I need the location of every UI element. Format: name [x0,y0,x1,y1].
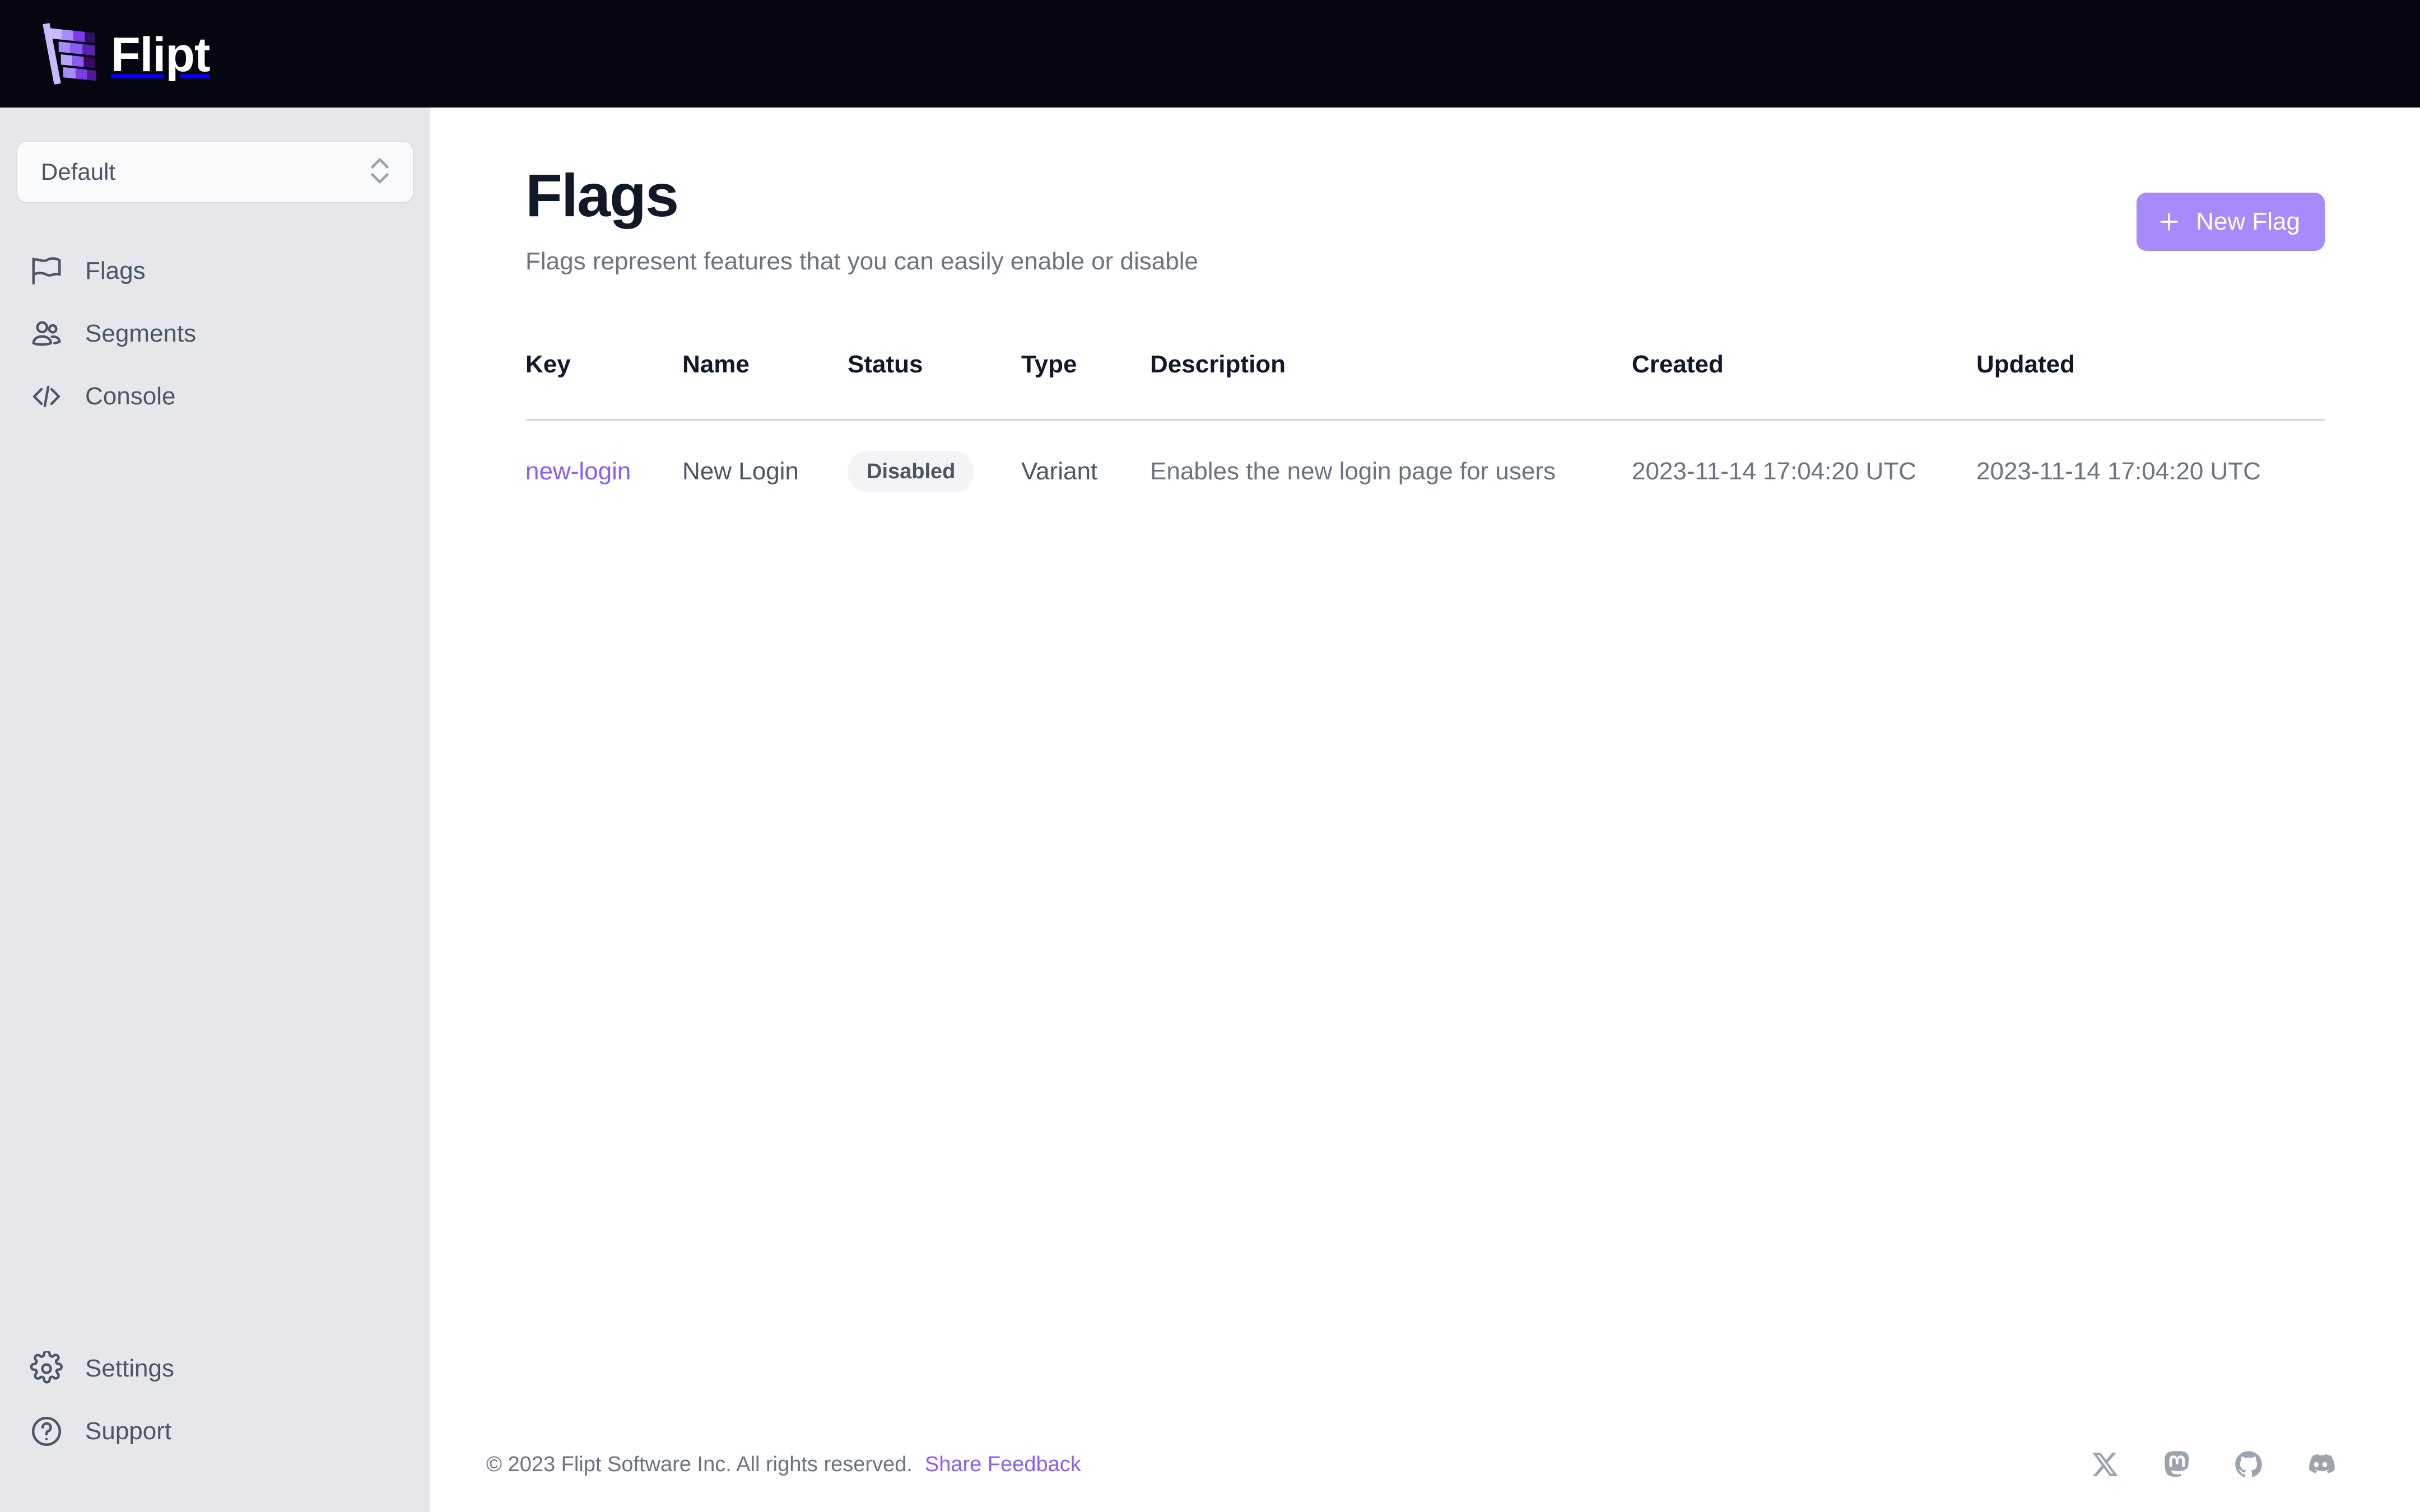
footer-copyright: © 2023 Flipt Software Inc. All rights re… [486,1453,913,1477]
x-twitter-icon [2089,1449,2121,1480]
flag-icon [29,254,64,288]
users-icon [29,316,64,351]
column-header-description[interactable]: Description [1150,351,1632,420]
column-header-updated[interactable]: Updated [1976,351,2325,420]
page-header-text: Flags Flags represent features that you … [525,164,1198,277]
gear-icon [29,1351,64,1386]
brand-name: Flipt [111,31,210,79]
namespace-selector[interactable]: Default [17,141,413,203]
secondary-navigation: Settings Support [0,1337,430,1512]
discord-icon [2305,1449,2336,1480]
github-icon [2233,1449,2264,1480]
page-header: Flags Flags represent features that you … [525,164,2325,277]
flags-page: Flags Flags represent features that you … [430,108,2420,520]
sidebar-item-console[interactable]: Console [17,365,413,428]
namespace-selector-value: Default [41,160,115,184]
flags-table-body: new-login New Login Disabled Variant Ena… [525,420,2325,521]
mastodon-link[interactable] [2161,1449,2193,1480]
column-header-created[interactable]: Created [1632,351,1976,420]
new-flag-button[interactable]: New Flag [2137,193,2325,251]
cell-updated: 2023-11-14 17:04:20 UTC [1976,420,2325,521]
sidebar-item-settings[interactable]: Settings [17,1337,413,1400]
status-badge: Disabled [848,451,974,492]
share-feedback-link[interactable]: Share Feedback [925,1453,1081,1477]
cell-description: Enables the new login page for users [1150,420,1632,521]
namespace-selector-wrap: Default [0,108,430,203]
page-title: Flags [525,164,1198,227]
table-row[interactable]: new-login New Login Disabled Variant Ena… [525,420,2325,521]
column-header-key[interactable]: Key [525,351,682,420]
chevron-up-down-icon [367,155,393,190]
sidebar-item-label: Console [85,384,175,409]
sidebar: Default Flags [0,108,430,1512]
mastodon-icon [2161,1449,2193,1480]
plus-icon [2157,209,2181,234]
sidebar-item-segments[interactable]: Segments [17,302,413,365]
footer-left: © 2023 Flipt Software Inc. All rights re… [486,1453,1081,1477]
discord-link[interactable] [2305,1449,2336,1480]
sidebar-item-support[interactable]: Support [17,1400,413,1463]
flipt-flag-logo-icon [34,17,106,90]
brand-home-link[interactable]: Flipt [34,17,210,90]
sidebar-item-label: Settings [85,1356,174,1381]
github-link[interactable] [2233,1449,2264,1480]
main-content: Flags Flags represent features that you … [430,108,2420,1512]
cell-name: New Login [682,420,848,521]
cell-type: Variant [1021,420,1150,521]
page-subtitle: Flags represent features that you can ea… [525,247,1198,277]
flags-table-head: Key Name Status Type Description Created… [525,351,2325,420]
top-bar: Flipt [0,0,2420,108]
column-header-type[interactable]: Type [1021,351,1150,420]
table-header-row: Key Name Status Type Description Created… [525,351,2325,420]
sidebar-item-label: Segments [85,321,196,346]
footer: © 2023 Flipt Software Inc. All rights re… [430,1417,2420,1512]
flags-table: Key Name Status Type Description Created… [525,351,2325,520]
cell-key: new-login [525,420,682,521]
cell-created: 2023-11-14 17:04:20 UTC [1632,420,1976,521]
footer-social-links [2089,1449,2336,1480]
primary-navigation: Flags Segments Console [0,240,430,428]
sidebar-item-label: Support [85,1419,171,1444]
column-header-name[interactable]: Name [682,351,848,420]
flags-table-wrap: Key Name Status Type Description Created… [525,351,2325,520]
code-brackets-icon [29,379,64,414]
question-circle-icon [29,1414,64,1449]
x-twitter-link[interactable] [2089,1449,2121,1480]
sidebar-item-flags[interactable]: Flags [17,240,413,302]
sidebar-item-label: Flags [85,259,146,283]
flag-key-link[interactable]: new-login [525,458,631,485]
new-flag-button-label: New Flag [2196,208,2300,236]
column-header-status[interactable]: Status [848,351,1021,420]
cell-status: Disabled [848,420,1021,521]
